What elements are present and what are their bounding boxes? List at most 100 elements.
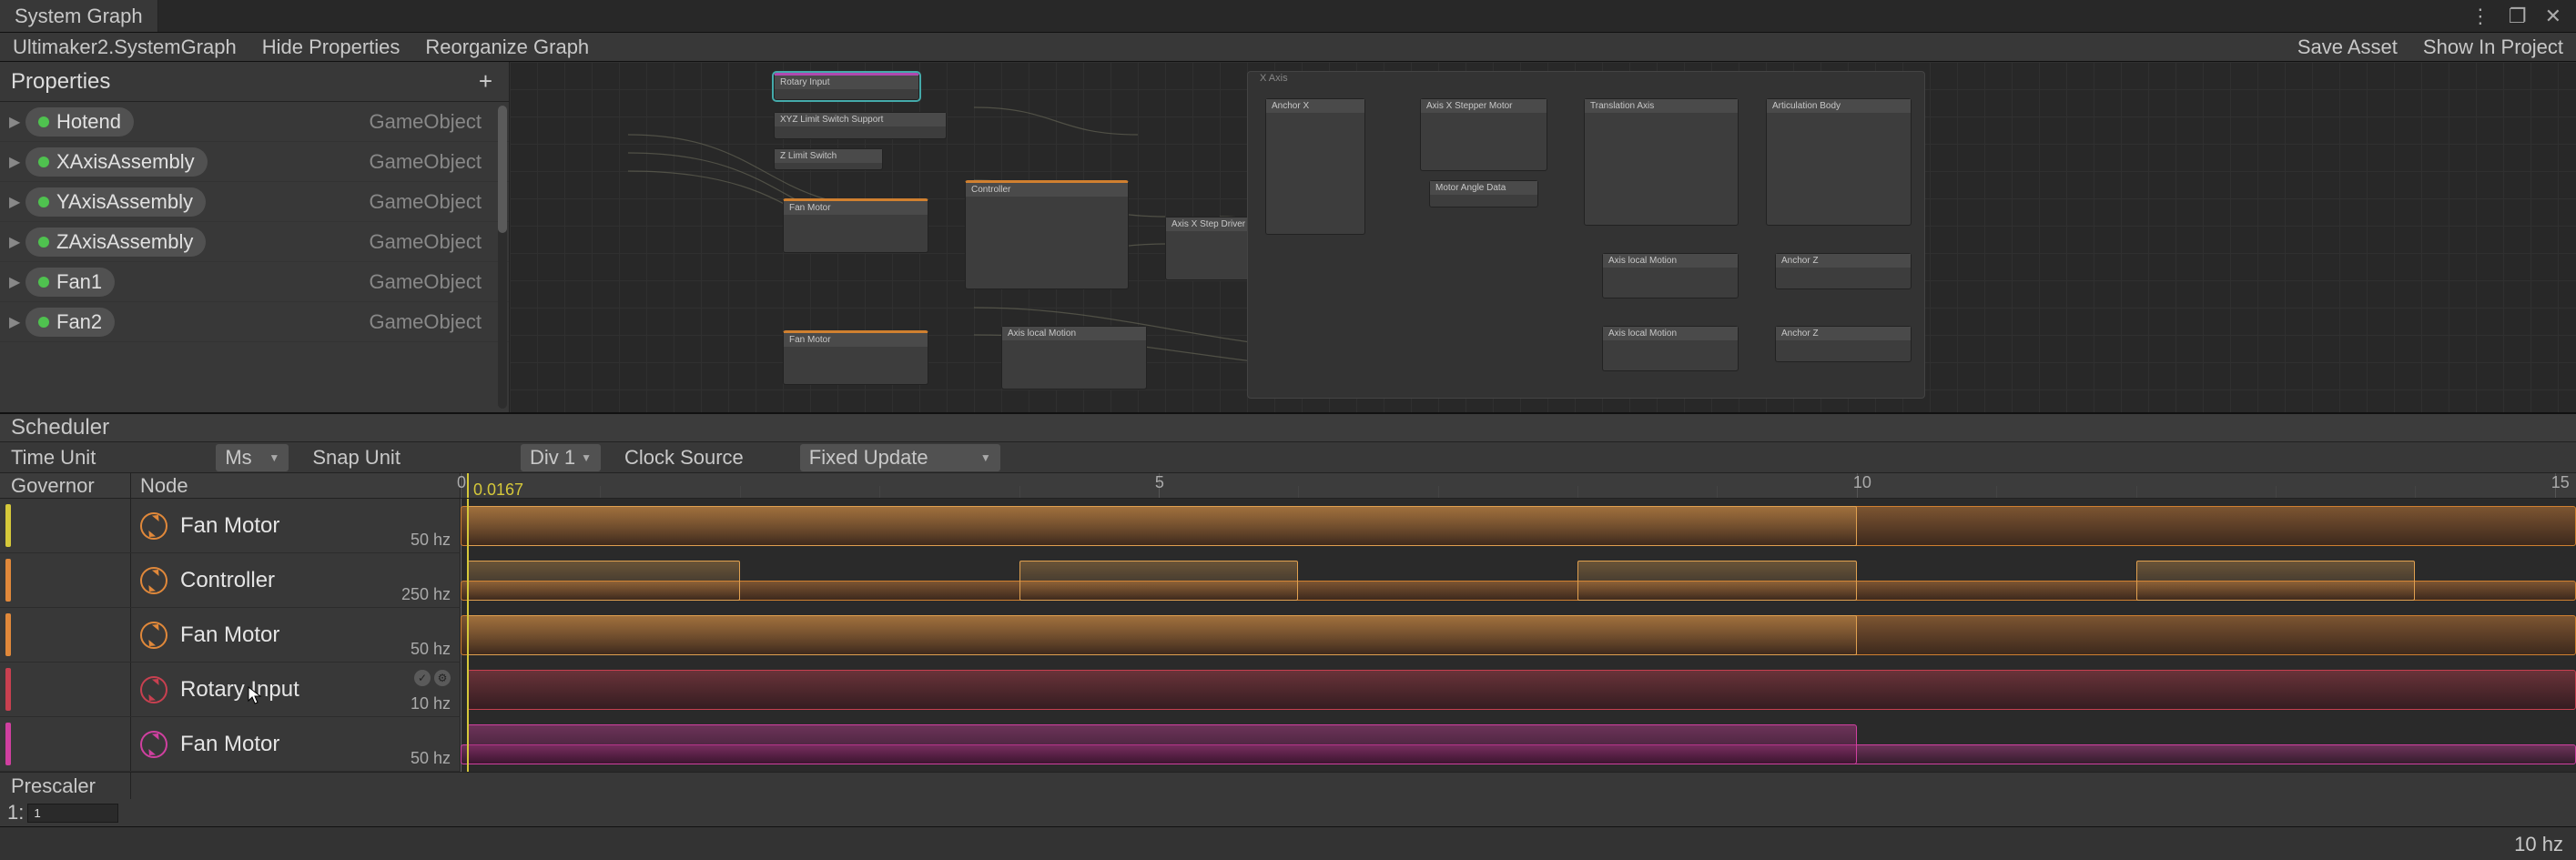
sync-icon [140,622,167,649]
timeline-area[interactable] [461,499,2576,772]
property-type: GameObject [370,150,501,174]
window-controls: ⋮ ❐ ✕ [2456,5,2576,28]
property-chip[interactable]: Hotend [25,107,134,137]
graph-node-anchor[interactable]: Anchor Z [1775,253,1912,289]
timeline-row[interactable] [461,608,2576,663]
track-name: Fan Motor [180,622,279,648]
expand-icon[interactable]: ▶ [9,113,25,131]
property-row[interactable]: ▶ ZAxisAssembly GameObject [0,222,509,262]
graph-node-anchor[interactable]: Anchor Z [1775,326,1912,362]
timeline-row[interactable] [461,663,2576,717]
graph-node-axis-local-motion[interactable]: Axis local Motion [1001,326,1147,390]
graph-node-fan-motor[interactable]: Fan Motor [783,330,928,385]
reorganize-graph-button[interactable]: Reorganize Graph [412,33,602,61]
expand-icon[interactable]: ▶ [9,273,25,291]
property-chip[interactable]: ZAxisAssembly [25,228,206,257]
expand-icon[interactable]: ▶ [9,193,25,211]
sync-icon [140,731,167,758]
tracks-left-column: Fan Motor 50 hz Controller 250 hz Fan Mo… [0,499,461,772]
graph-node-articulation[interactable]: Articulation Body [1766,98,1912,226]
property-chip[interactable]: YAxisAssembly [25,187,206,217]
properties-list[interactable]: ▶ Hotend GameObject ▶ XAxisAssembly Game… [0,102,509,412]
timeline-playhead[interactable] [467,499,469,772]
property-row[interactable]: ▶ Fan2 GameObject [0,302,509,342]
tab-system-graph[interactable]: System Graph [0,0,158,32]
save-asset-button[interactable]: Save Asset [2285,35,2410,59]
property-name: ZAxisAssembly [56,230,193,254]
governor-stripe [5,613,11,656]
track-settings-button[interactable]: ⚙ [434,670,451,686]
show-in-project-button[interactable]: Show In Project [2410,35,2576,59]
track-row[interactable]: Fan Motor 50 hz [0,717,461,772]
track-name: Controller [180,568,275,593]
property-chip[interactable]: Fan2 [25,308,115,337]
scheduler-controls: Time Unit Ms ▼ Snap Unit Div 1 ▼ Clock S… [0,442,2576,473]
expand-icon[interactable]: ▶ [9,313,25,331]
expand-icon[interactable]: ▶ [9,153,25,171]
node-title: Fan Motor [784,333,928,347]
property-type: GameObject [370,270,501,294]
graph-node-fan-motor[interactable]: Fan Motor [783,198,928,253]
property-row[interactable]: ▶ Hotend GameObject [0,102,509,142]
graph-node-motor-angle-data[interactable]: Motor Angle Data [1429,180,1538,207]
property-row[interactable]: ▶ YAxisAssembly GameObject [0,182,509,222]
graph-node-limit-switch[interactable]: XYZ Limit Switch Support [774,112,947,139]
window-menu-icon[interactable]: ⋮ [2465,5,2496,28]
node-title: Anchor Z [1776,254,1911,268]
graph-node-axis-local-motion[interactable]: Axis local Motion [1602,253,1739,298]
graph-node-rotary-input[interactable]: Rotary Input [774,73,919,100]
graph-canvas[interactable]: Rotary Input XYZ Limit Switch Support Z … [510,62,2576,412]
hide-properties-button[interactable]: Hide Properties [249,33,413,61]
chevron-down-icon: ▼ [581,451,592,464]
property-chip[interactable]: XAxisAssembly [25,147,208,177]
node-title: Axis X Stepper Motor [1421,99,1547,113]
status-dot-icon [38,116,49,127]
track-settings-button[interactable]: ✓ [414,670,431,686]
sync-icon [140,567,167,594]
time-unit-select[interactable]: Ms ▼ [216,444,289,471]
property-row[interactable]: ▶ Fan1 GameObject [0,262,509,302]
track-row[interactable]: Fan Motor 50 hz [0,499,461,553]
prescaler-input[interactable] [27,804,118,823]
breadcrumb[interactable]: Ultimaker2.SystemGraph [0,33,249,61]
expand-icon[interactable]: ▶ [9,233,25,251]
node-title: Z Limit Switch [775,149,882,163]
track-hz: 50 hz [411,640,451,659]
properties-scrollbar[interactable] [498,106,507,409]
timeline-row[interactable] [461,499,2576,553]
property-type: GameObject [370,310,501,334]
timeline-row[interactable] [461,553,2576,608]
scheduler-column-headers: Governor Node 0 0.0167 5 10 [0,473,2576,499]
clock-source-select[interactable]: Fixed Update ▼ [800,444,1000,471]
node-title: Motor Angle Data [1430,181,1537,195]
timeline-ruler[interactable]: 0 0.0167 5 10 15 [461,473,2576,498]
graph-node-translation-axis[interactable]: Translation Axis [1584,98,1739,226]
node-title: Axis local Motion [1603,254,1738,268]
node-column-header: Node [131,473,461,498]
ruler-label: 5 [1155,473,1164,492]
property-name: YAxisAssembly [56,190,193,214]
snap-unit-select[interactable]: Div 1 ▼ [521,444,601,471]
timeline-marker[interactable] [467,473,469,498]
chevron-down-icon: ▼ [980,451,991,464]
add-property-button[interactable]: + [473,67,498,96]
graph-node-stepper-motor[interactable]: Axis X Stepper Motor [1420,98,1547,171]
timeline-row[interactable] [461,717,2576,772]
property-row[interactable]: ▶ XAxisAssembly GameObject [0,142,509,182]
governor-column-header: Governor [0,473,131,498]
graph-node-anchor[interactable]: Anchor X [1265,98,1365,235]
graph-node-z-limit[interactable]: Z Limit Switch [774,148,883,170]
window-close-icon[interactable]: ✕ [2540,5,2567,28]
property-chip[interactable]: Fan1 [25,268,115,297]
tab-bar: System Graph ⋮ ❐ ✕ [0,0,2576,33]
window-restore-icon[interactable]: ❐ [2503,5,2532,28]
node-title: Rotary Input [775,76,918,89]
track-row[interactable]: Controller 250 hz [0,553,461,608]
graph-node-controller[interactable]: Controller [965,180,1129,289]
properties-title: Properties [11,69,110,95]
track-row[interactable]: Fan Motor 50 hz [0,608,461,663]
scrollbar-thumb[interactable] [498,106,507,233]
track-row[interactable]: Rotary Input ✓ ⚙ 10 hz [0,663,461,717]
status-dot-icon [38,157,49,167]
graph-node-axis-local-motion[interactable]: Axis local Motion [1602,326,1739,371]
